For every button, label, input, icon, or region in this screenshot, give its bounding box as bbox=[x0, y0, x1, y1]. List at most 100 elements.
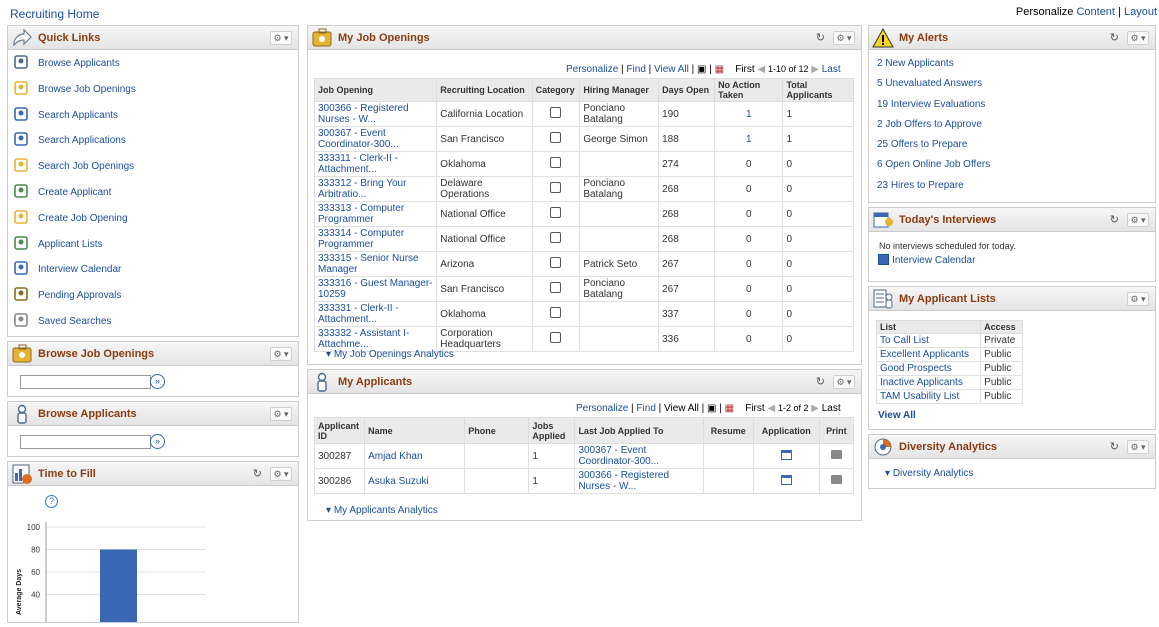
next-icon[interactable]: ▶ bbox=[811, 403, 819, 414]
list-name-link[interactable]: Excellent Applicants bbox=[875, 347, 982, 362]
category-checkbox[interactable] bbox=[550, 232, 562, 243]
category-checkbox[interactable] bbox=[550, 207, 562, 218]
list-name-link[interactable]: To Call List bbox=[875, 333, 982, 348]
quick-link-item[interactable]: Saved Searches bbox=[8, 308, 298, 334]
job-opening-link[interactable]: 333315 - Senior Nurse Manager bbox=[313, 251, 438, 277]
category-checkbox[interactable] bbox=[550, 282, 562, 293]
job-openings-analytics-link[interactable]: ▾ My Job Openings Analytics bbox=[326, 349, 454, 360]
job-opening-link[interactable]: 333331 - Clerk-II - Attachment... bbox=[313, 301, 438, 327]
quick-link-item[interactable]: Pending Approvals bbox=[8, 282, 298, 308]
download-icon[interactable]: ▦ bbox=[715, 64, 724, 75]
gear-icon[interactable]: ⚙ ▾ bbox=[833, 375, 855, 389]
browse-applicants-input[interactable] bbox=[20, 435, 151, 449]
category-checkbox[interactable] bbox=[550, 157, 562, 168]
go-button[interactable]: » bbox=[150, 434, 165, 449]
alert-link[interactable]: 19 Interview Evaluations bbox=[869, 98, 1155, 118]
gear-icon[interactable]: ⚙ ▾ bbox=[1127, 31, 1149, 45]
gear-icon[interactable]: ⚙ ▾ bbox=[270, 347, 292, 361]
column-header[interactable]: Recruiting Location bbox=[436, 78, 533, 102]
job-opening-link[interactable]: 333313 - Computer Programmer bbox=[313, 201, 438, 227]
column-header[interactable]: Days Open bbox=[658, 78, 716, 102]
alert-link[interactable]: 25 Offers to Prepare bbox=[869, 138, 1155, 158]
no-action-taken[interactable]: 1 bbox=[714, 126, 784, 152]
download-icon[interactable]: ▦ bbox=[725, 403, 734, 414]
application-icon[interactable] bbox=[780, 449, 792, 460]
column-header[interactable]: Applicant ID bbox=[313, 417, 366, 444]
alert-link[interactable]: 2 Job Offers to Approve bbox=[869, 118, 1155, 138]
last-link[interactable]: Last bbox=[822, 64, 841, 75]
last-job-link[interactable]: 300366 - Registered Nurses - W... bbox=[574, 468, 704, 494]
view-all-link[interactable]: View All bbox=[654, 64, 689, 75]
column-header[interactable]: Jobs Applied bbox=[528, 417, 576, 444]
column-header[interactable]: Phone bbox=[464, 417, 530, 444]
quick-link-item[interactable]: Browse Job Openings bbox=[8, 76, 298, 102]
last-job-link[interactable]: 300367 - Event Coordinator-300... bbox=[574, 443, 704, 469]
refresh-icon[interactable]: ↻ bbox=[816, 375, 825, 388]
personalize-content-link[interactable]: Content bbox=[1076, 6, 1115, 18]
gear-icon[interactable]: ⚙ ▾ bbox=[270, 467, 292, 481]
quick-link-item[interactable]: Search Applications bbox=[8, 127, 298, 153]
job-opening-link[interactable]: 333312 - Bring Your Arbitratio... bbox=[313, 176, 438, 202]
print-icon[interactable] bbox=[830, 450, 842, 459]
personalize-layout-link[interactable]: Layout bbox=[1124, 6, 1157, 18]
refresh-icon[interactable]: ↻ bbox=[1110, 440, 1119, 453]
alert-link[interactable]: 5 Unevaluated Answers bbox=[869, 77, 1155, 97]
refresh-icon[interactable]: ↻ bbox=[1110, 213, 1119, 226]
category-checkbox[interactable] bbox=[550, 107, 562, 118]
column-header[interactable]: Application bbox=[752, 417, 820, 444]
help-icon[interactable]: ? bbox=[45, 495, 58, 508]
next-icon[interactable]: ▶ bbox=[811, 64, 819, 75]
prev-icon[interactable]: ◀ bbox=[757, 64, 765, 75]
alert-link[interactable]: 2 New Applicants bbox=[869, 57, 1155, 77]
applicant-name-link[interactable]: Amjad Khan bbox=[364, 443, 466, 469]
gear-icon[interactable]: ⚙ ▾ bbox=[1127, 440, 1149, 454]
column-header[interactable]: No Action Taken bbox=[714, 78, 784, 102]
find-link[interactable]: Find bbox=[626, 64, 645, 75]
column-header[interactable]: Last Job Applied To bbox=[574, 417, 704, 444]
refresh-icon[interactable]: ↻ bbox=[253, 467, 262, 480]
column-header[interactable]: Resume bbox=[702, 417, 754, 444]
category-checkbox[interactable] bbox=[550, 257, 562, 268]
category-checkbox[interactable] bbox=[550, 132, 562, 143]
no-action-taken[interactable]: 1 bbox=[714, 101, 784, 127]
refresh-icon[interactable]: ↻ bbox=[816, 31, 825, 44]
applicants-analytics[interactable]: ▾ My Applicants Analytics bbox=[326, 504, 438, 516]
gear-icon[interactable]: ⚙ ▾ bbox=[270, 31, 292, 45]
refresh-icon[interactable]: ↻ bbox=[1110, 31, 1119, 44]
applicants-analytics-link[interactable]: ▾ My Applicants Analytics bbox=[326, 505, 438, 516]
quick-link-item[interactable]: Search Applicants bbox=[8, 102, 298, 128]
column-header[interactable]: Name bbox=[364, 417, 466, 444]
zoom-icon[interactable]: ▣ bbox=[697, 64, 706, 75]
column-header[interactable]: Category bbox=[531, 78, 581, 102]
column-header[interactable]: Job Opening bbox=[313, 78, 438, 102]
personalize-link[interactable]: Personalize bbox=[576, 403, 628, 414]
quick-link-item[interactable]: Create Applicant bbox=[8, 179, 298, 205]
quick-link-item[interactable]: Applicant Lists bbox=[8, 231, 298, 257]
go-button[interactable]: » bbox=[150, 374, 165, 389]
column-header[interactable]: Print bbox=[818, 417, 855, 444]
application-icon[interactable] bbox=[780, 474, 792, 485]
job-opening-link[interactable]: 300367 - Event Coordinator-300... bbox=[313, 126, 438, 152]
interview-calendar-link[interactable]: Interview Calendar bbox=[878, 254, 975, 266]
quick-link-item[interactable]: Browse Applicants bbox=[8, 50, 298, 76]
gear-icon[interactable]: ⚙ ▾ bbox=[1127, 292, 1149, 306]
quick-link-item[interactable]: Create Job Opening bbox=[8, 205, 298, 231]
gear-icon[interactable]: ⚙ ▾ bbox=[270, 407, 292, 421]
category-checkbox[interactable] bbox=[550, 332, 562, 343]
column-header[interactable]: Total Applicants bbox=[782, 78, 854, 102]
category-checkbox[interactable] bbox=[550, 182, 562, 193]
personalize-link[interactable]: Personalize bbox=[566, 64, 618, 75]
list-name-link[interactable]: Inactive Applicants bbox=[875, 375, 982, 390]
quick-link-item[interactable]: Search Job Openings bbox=[8, 153, 298, 179]
browse-job-openings-input[interactable] bbox=[20, 375, 151, 389]
category-checkbox[interactable] bbox=[550, 307, 562, 318]
zoom-icon[interactable]: ▣ bbox=[707, 403, 716, 414]
job-opening-link[interactable]: 300366 - Registered Nurses - W... bbox=[313, 101, 438, 127]
view-all-link[interactable]: View All bbox=[878, 410, 916, 421]
list-name-link[interactable]: Good Prospects bbox=[875, 361, 982, 376]
quick-link-item[interactable]: Interview Calendar bbox=[8, 256, 298, 282]
list-name-link[interactable]: TAM Usability List bbox=[875, 389, 982, 404]
job-opening-link[interactable]: 333314 - Computer Programmer bbox=[313, 226, 438, 252]
applicant-name-link[interactable]: Asuka Suzuki bbox=[364, 468, 466, 494]
job-opening-link[interactable]: 333311 - Clerk-II - Attachment... bbox=[313, 151, 438, 177]
